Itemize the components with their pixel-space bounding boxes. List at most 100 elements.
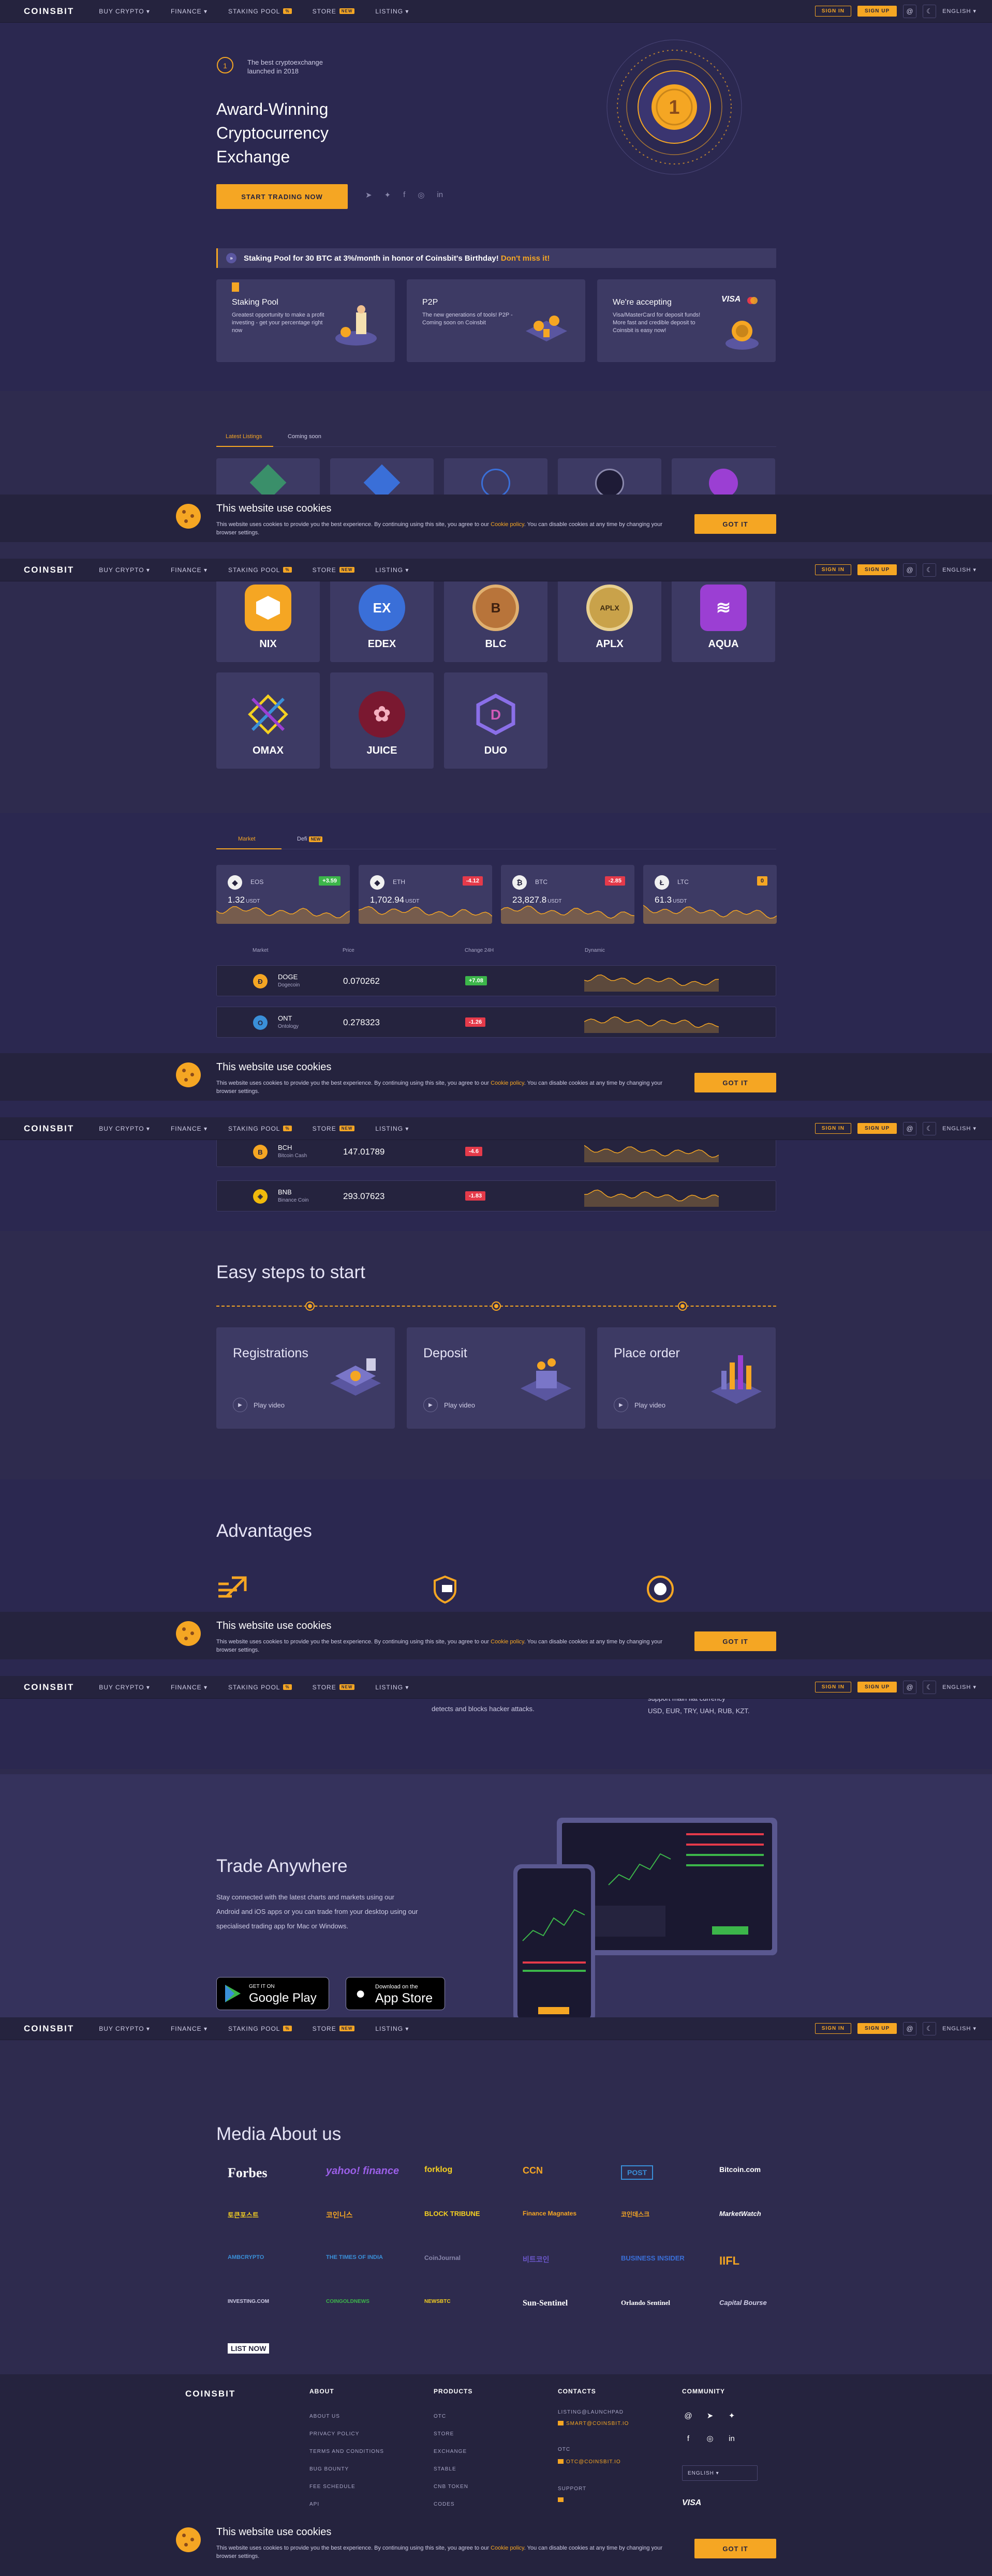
footer-link[interactable]: FEE SCHEDULE: [309, 2484, 356, 2490]
media-logo[interactable]: BLOCK TRIBUNE: [424, 2210, 480, 2218]
sign-in-button[interactable]: SIGN IN: [815, 1682, 851, 1693]
footer-link[interactable]: API: [309, 2502, 319, 2507]
got-it-button[interactable]: GOT IT: [694, 2539, 776, 2558]
sign-up-button[interactable]: SIGN UP: [857, 6, 897, 17]
cookie-policy-link[interactable]: Cookie policy: [491, 2545, 524, 2551]
media-logo[interactable]: 코인니스: [326, 2210, 353, 2220]
coin-card-omax[interactable]: OMAX: [216, 672, 320, 769]
footer-link[interactable]: TERMS AND CONDITIONS: [309, 2449, 384, 2454]
media-logo[interactable]: MarketWatch: [719, 2210, 761, 2218]
nav-finance[interactable]: FINANCE ▾: [171, 1125, 208, 1132]
play-video[interactable]: ▶ Play video: [614, 1398, 665, 1412]
step-place-order[interactable]: Place order ▶ Play video: [597, 1327, 776, 1429]
at-icon[interactable]: @: [903, 4, 917, 18]
sign-up-button[interactable]: SIGN UP: [857, 1123, 897, 1134]
footer-link[interactable]: ABOUT US: [309, 2414, 340, 2419]
play-video[interactable]: ▶ Play video: [423, 1398, 475, 1412]
media-logo[interactable]: 토큰포스트: [228, 2210, 259, 2220]
nav-finance[interactable]: FINANCE ▾: [171, 566, 208, 574]
coin-card-duo[interactable]: D DUO: [444, 672, 547, 769]
nav-buy-crypto[interactable]: BUY CRYPTO ▾: [99, 1125, 150, 1132]
market-row-bnb[interactable]: ◈ BNB Binance Coin 293.07623 -1.83: [216, 1180, 776, 1211]
nav-staking-pool[interactable]: STAKING POOL%: [228, 566, 292, 574]
nav-finance[interactable]: FINANCE ▾: [171, 2025, 208, 2032]
nav-store[interactable]: STORE NEW: [313, 2025, 355, 2032]
nav-listing[interactable]: LISTING ▾: [375, 1684, 409, 1691]
moon-icon[interactable]: ☾: [923, 2021, 937, 2035]
staking-banner[interactable]: » Staking Pool for 30 BTC at 3%/month in…: [216, 248, 776, 268]
nav-buy-crypto[interactable]: BUY CRYPTO ▾: [99, 566, 150, 574]
logo[interactable]: COINSBIT: [24, 6, 74, 17]
nav-staking-pool[interactable]: STAKING POOL%: [228, 1125, 292, 1132]
start-trading-button[interactable]: START TRADING NOW: [216, 184, 348, 209]
media-logo[interactable]: Bitcoin.com: [719, 2165, 761, 2174]
sign-up-button[interactable]: SIGN UP: [857, 2023, 897, 2034]
sign-in-button[interactable]: SIGN IN: [815, 564, 851, 575]
at-icon[interactable]: @: [903, 2021, 917, 2035]
tab-latest-listings[interactable]: Latest Listings: [226, 433, 262, 440]
at-icon[interactable]: @: [903, 1680, 917, 1694]
telegram-icon[interactable]: ➤: [704, 2409, 716, 2422]
promo-visa[interactable]: We're accepting Visa/MasterCard for depo…: [597, 279, 776, 362]
ticker-card-btc[interactable]: ₿ BTC -2.85 23,827.8 USDT: [501, 865, 634, 924]
tab-defi[interactable]: Defi NEW: [297, 836, 323, 842]
market-row-doge[interactable]: Ð DOGE Dogecoin 0.070262 +7.08: [216, 965, 776, 996]
contact-email[interactable]: SMART@COINSBIT.IO: [566, 2421, 629, 2427]
contact-email[interactable]: OTC@COINSBIT.IO: [566, 2459, 621, 2465]
ticker-card-eos[interactable]: ◆ EOS +3.59 1.32 USDT: [216, 865, 350, 924]
media-logo[interactable]: Forbes: [228, 2165, 268, 2181]
cookie-policy-link[interactable]: Cookie policy: [491, 1080, 524, 1086]
media-logo[interactable]: IIFL: [719, 2254, 739, 2268]
nav-listing[interactable]: LISTING ▾: [375, 566, 409, 574]
language-selector[interactable]: ENGLISH ▾: [942, 566, 976, 573]
footer-link[interactable]: BUG BOUNTY: [309, 2466, 349, 2472]
nav-listing[interactable]: LISTING ▾: [375, 1125, 409, 1132]
at-icon[interactable]: @: [682, 2409, 694, 2422]
logo[interactable]: COINSBIT: [24, 2024, 74, 2034]
app-store-button[interactable]: ● Download on the App Store: [346, 1977, 445, 2010]
nav-store[interactable]: STORE NEW: [313, 8, 355, 15]
at-icon[interactable]: @: [903, 1121, 917, 1135]
nav-staking-pool[interactable]: STAKING POOL%: [228, 1684, 292, 1691]
nav-staking-pool[interactable]: STAKING POOL%: [228, 8, 292, 15]
sign-in-button[interactable]: SIGN IN: [815, 6, 851, 17]
footer-link[interactable]: OTC: [434, 2414, 446, 2419]
language-selector[interactable]: ENGLISH ▾: [942, 1684, 976, 1690]
logo[interactable]: COINSBIT: [24, 1124, 74, 1134]
sign-up-button[interactable]: SIGN UP: [857, 564, 897, 575]
twitter-icon[interactable]: ✦: [726, 2409, 738, 2422]
footer-link[interactable]: PRIVACY POLICY: [309, 2431, 359, 2437]
media-logo[interactable]: 비트코인: [523, 2254, 550, 2265]
promo-p2p[interactable]: P2P The new generations of tools! P2P - …: [407, 279, 585, 362]
footer-language-select[interactable]: ENGLISH ▾: [682, 2465, 758, 2481]
got-it-button[interactable]: GOT IT: [694, 1073, 776, 1092]
facebook-icon[interactable]: f: [403, 190, 405, 200]
instagram-icon[interactable]: ◎: [704, 2432, 716, 2445]
media-logo[interactable]: Orlando Sentinel: [621, 2299, 670, 2307]
nav-store[interactable]: STORE NEW: [313, 566, 355, 574]
step-registration[interactable]: Registrations ▶ Play video: [216, 1327, 395, 1429]
nav-store[interactable]: STORE NEW: [313, 1684, 355, 1691]
media-logo[interactable]: Sun-Sentinel: [523, 2299, 568, 2308]
ticker-card-ltc[interactable]: Ł LTC 0 61.3 USDT: [643, 865, 777, 924]
footer-link[interactable]: EXCHANGE: [434, 2449, 467, 2454]
media-logo[interactable]: CoinJournal: [424, 2254, 461, 2262]
media-logo[interactable]: CCN: [523, 2165, 543, 2176]
sign-up-button[interactable]: SIGN UP: [857, 1682, 897, 1693]
nav-listing[interactable]: LISTING ▾: [375, 2025, 409, 2032]
logo[interactable]: COINSBIT: [24, 565, 74, 575]
footer-logo[interactable]: COINSBIT: [185, 2389, 235, 2399]
logo[interactable]: COINSBIT: [24, 1682, 74, 1693]
at-icon[interactable]: @: [903, 563, 917, 577]
got-it-button[interactable]: GOT IT: [694, 1631, 776, 1651]
language-selector[interactable]: ENGLISH ▾: [942, 1125, 976, 1132]
media-logo[interactable]: COINGOLDNEWS: [326, 2299, 369, 2304]
nav-store[interactable]: STORE NEW: [313, 1125, 355, 1132]
coin-card-juice[interactable]: ✿ JUICE: [330, 672, 434, 769]
facebook-icon[interactable]: f: [682, 2432, 694, 2445]
media-logo[interactable]: BUSINESS INSIDER: [621, 2254, 685, 2262]
tab-market[interactable]: Market: [238, 836, 256, 842]
media-logo[interactable]: forklog: [424, 2165, 452, 2175]
twitter-icon[interactable]: ✦: [384, 190, 391, 200]
telegram-icon[interactable]: ➤: [365, 190, 372, 200]
